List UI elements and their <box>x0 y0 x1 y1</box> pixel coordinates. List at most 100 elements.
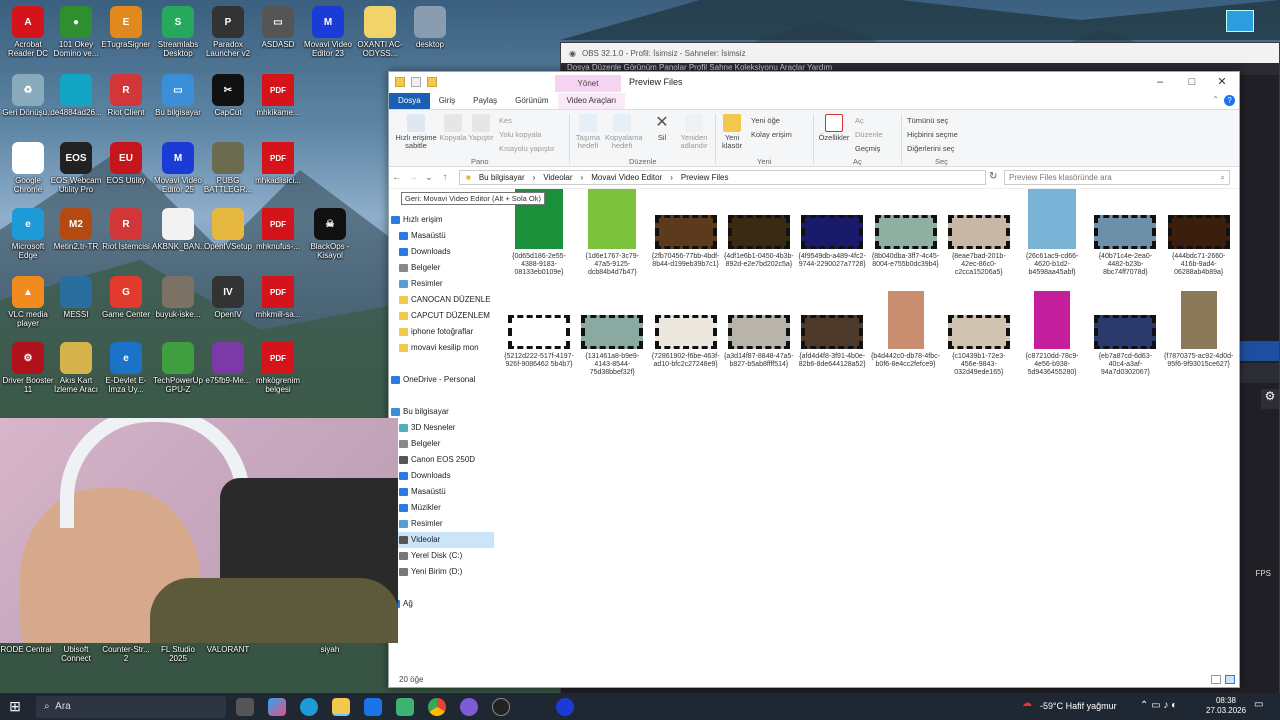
desktop-icon[interactable]: OpenIVSetup <box>202 208 254 251</box>
file-explorer-icon[interactable] <box>332 697 350 716</box>
rename-button[interactable]: Yeniden adlandır <box>677 114 711 150</box>
desktop-icon[interactable]: PDF mhkadlisici... <box>252 142 304 185</box>
select-all-button[interactable]: Tümünü seç <box>907 116 948 125</box>
file-item[interactable]: {4f9549db-a489-4fc2-9744-2290027a7728} <box>797 197 867 269</box>
nav-item[interactable]: Ağ <box>389 596 494 612</box>
desktop-icon[interactable]: Akıs Kart İzleme Aracı <box>50 342 102 394</box>
nav-item[interactable]: Resimler <box>389 516 494 532</box>
file-item[interactable]: {c10439b1-72e3-456e-9843-032d49ede165} <box>944 297 1014 377</box>
nav-item[interactable]: CANOCAN DÜZENLE <box>389 292 494 308</box>
desktop-icon[interactable]: Counter-Str... 2 <box>100 645 152 663</box>
cut-button[interactable]: Kes <box>499 116 512 125</box>
up-arrow-icon[interactable]: ↑ <box>437 172 453 183</box>
copy-path-button[interactable]: Yolu kopyala <box>499 130 541 139</box>
tab-home[interactable]: Giriş <box>430 93 464 109</box>
tab-view[interactable]: Görünüm <box>506 93 557 109</box>
desktop-icon[interactable]: e E-Devlet E-İmza Uy... <box>100 342 152 394</box>
store-icon[interactable] <box>396 697 414 716</box>
nav-item[interactable]: Belgeler <box>389 436 494 452</box>
nav-item[interactable]: movavi kesilip mon <box>389 340 494 356</box>
corner-app-icon[interactable] <box>1226 10 1254 32</box>
file-item[interactable]: {f7870375-ac92-4d0d-95f6-9f93015ce627} <box>1164 291 1234 369</box>
file-item[interactable]: {c87210dd-78c9-4e56-b938-5d9436455280} <box>1017 291 1087 377</box>
desktop-icon[interactable]: R Riot Client <box>100 74 152 117</box>
nav-item[interactable]: iphone fotoğraflar <box>389 324 494 340</box>
forward-arrow-icon[interactable]: → <box>405 172 421 183</box>
nav-item[interactable]: Masaüstü <box>389 484 494 500</box>
desktop-icon[interactable]: P Paradox Launcher v2 <box>202 6 254 58</box>
obs-taskbar-icon[interactable] <box>460 697 478 716</box>
properties-button[interactable]: Özellikler <box>817 114 851 142</box>
nav-item[interactable]: Bu bilgisayar <box>389 404 494 420</box>
file-item[interactable]: {8b040dba-3ff7-4c45-8004-e755b0dc39b4} <box>871 197 941 269</box>
tray-icons[interactable]: ⌃ ▭ ♪ ◐ <box>1140 700 1177 711</box>
desktop-icon[interactable]: Ubisoft Connect <box>50 645 102 663</box>
obs-side-button[interactable] <box>1239 363 1279 383</box>
file-item[interactable]: {1d6e1767-3c79-47a5-9125-dcb84b4d7b47} <box>577 189 647 277</box>
chrome-icon[interactable] <box>428 697 446 716</box>
desktop-icon[interactable]: PDF mhkikame... <box>252 74 304 117</box>
nav-item[interactable]: CAPCUT DÜZENLEM <box>389 308 494 324</box>
nav-item[interactable]: Hızlı erişim <box>389 212 494 228</box>
nav-item[interactable]: Müzikler <box>389 500 494 516</box>
desktop-icon[interactable]: ▭ Bu bilgisayar <box>152 74 204 117</box>
steam-icon[interactable] <box>524 697 542 716</box>
breadcrumb-item[interactable]: Movavi Video Editor <box>591 173 662 182</box>
task-view-icon[interactable] <box>236 697 254 716</box>
desktop-icon[interactable]: RODE Central <box>0 645 52 654</box>
clock[interactable]: 08:38 27.03.2026 <box>1206 696 1246 716</box>
chevron-up-icon[interactable]: ⌃ <box>1212 95 1219 104</box>
desktop-icon[interactable]: EOS EOS Webcam Utility Pro <box>50 142 102 194</box>
back-arrow-icon[interactable]: ← <box>389 172 405 183</box>
desktop-icon[interactable]: IV OpenIV <box>202 276 254 319</box>
nav-item[interactable]: Yerel Disk (C:) <box>389 548 494 564</box>
new-folder-button[interactable]: Yeni klasör <box>719 114 745 150</box>
nav-item[interactable]: Downloads <box>389 244 494 260</box>
desktop-icon[interactable]: buyuk-iske... <box>152 276 204 319</box>
movavi-icon[interactable] <box>556 697 574 716</box>
file-item[interactable]: {26c61ac9-cd66-4620-b1d2-b4598aa45abf} <box>1017 189 1087 277</box>
new-item-button[interactable]: Yeni öğe <box>751 116 780 125</box>
refresh-icon[interactable]: ↻ <box>989 171 997 182</box>
file-item[interactable]: {b4d442c0-db78-4fbc-b0f6-8e4cc2fefce9} <box>871 291 941 369</box>
tab-file[interactable]: Dosya <box>389 93 430 109</box>
maximize-icon[interactable]: □ <box>1177 72 1207 92</box>
desktop-icon[interactable]: S Streamlabs Desktop <box>152 6 204 58</box>
desktop-icon[interactable]: Google Chrome <box>2 142 54 194</box>
tab-share[interactable]: Paylaş <box>464 93 506 109</box>
file-item[interactable]: {444bdc71-2660-416b-9ad4-06288ab4b89a} <box>1164 197 1234 277</box>
minimize-icon[interactable]: – <box>1145 72 1175 92</box>
paste-shortcut-button[interactable]: Kısayolu yapıştır <box>499 144 554 153</box>
desktop-icon[interactable]: PDF mhkögrenim belgesi <box>252 342 304 394</box>
desktop-icon[interactable]: E ETugraSigner <box>100 6 152 49</box>
file-item[interactable]: {40b71c4e-2ea0-4482-b23b-8bc74ff7078d} <box>1090 197 1160 277</box>
newfolder-qa-icon[interactable] <box>427 77 437 87</box>
notification-icon[interactable]: ▭ <box>1254 699 1263 710</box>
desktop-icon[interactable]: ♻ Geri Dönüşü... <box>2 74 54 117</box>
desktop-icon[interactable]: M2 Metin2.tr-TR <box>50 208 102 251</box>
file-item[interactable]: {2fb70456-77bb-4bdf-8b44-d199eb39b7c1} <box>651 197 721 269</box>
file-item[interactable]: {131461a8-b9e9-4143-8544-75d38bbef32f} <box>577 297 647 377</box>
file-item[interactable]: {4df1e6b1-0450-4b3b-892d-e2e7bd202c5a} <box>724 197 794 269</box>
desktop-icon[interactable]: ▭ ASDASD <box>252 6 304 49</box>
tab-video-tools[interactable]: Video Araçları <box>557 93 626 109</box>
file-item[interactable]: {eb7a87cd-6d63-40c4-a3af-94a7d0302067} <box>1090 297 1160 377</box>
desktop-icon[interactable]: ⚙ Driver Booster 11 <box>2 342 54 394</box>
file-item[interactable]: {0d65d186-2e55-4388-9183-08133eb0109e} <box>504 189 574 277</box>
easy-access-button[interactable]: Kolay erişim <box>751 130 792 139</box>
select-none-button[interactable]: Hiçbirini seçme <box>907 130 958 139</box>
desktop-icon[interactable]: ▲ VLC media player <box>2 276 54 328</box>
copy-button[interactable]: Kopyala <box>439 114 467 142</box>
desktop-icon[interactable]: PDF mhknufus-... <box>252 208 304 251</box>
desktop-icon[interactable]: ✂ CapCut <box>202 74 254 117</box>
details-view-icon[interactable] <box>1211 675 1221 684</box>
help-icon[interactable]: ? <box>1224 95 1235 106</box>
desktop-icon[interactable]: AKBNK_BAN... <box>152 208 204 251</box>
file-explorer-window[interactable]: Yönet Preview Files – □ ✕ Dosya Giriş Pa… <box>388 71 1240 688</box>
desktop-icon[interactable]: VALORANT <box>202 645 254 654</box>
desktop-icon[interactable]: M Movavi Video Editor 23 <box>302 6 354 58</box>
obs-studio-icon[interactable] <box>492 697 510 716</box>
chevron-down-icon[interactable]: ⌄ <box>421 172 437 183</box>
file-item[interactable]: {72861902-f6be-463f-ad10-bfc2c27248e9} <box>651 297 721 369</box>
search-box[interactable]: Preview Files klasöründe ara ⌕ <box>1004 170 1230 185</box>
